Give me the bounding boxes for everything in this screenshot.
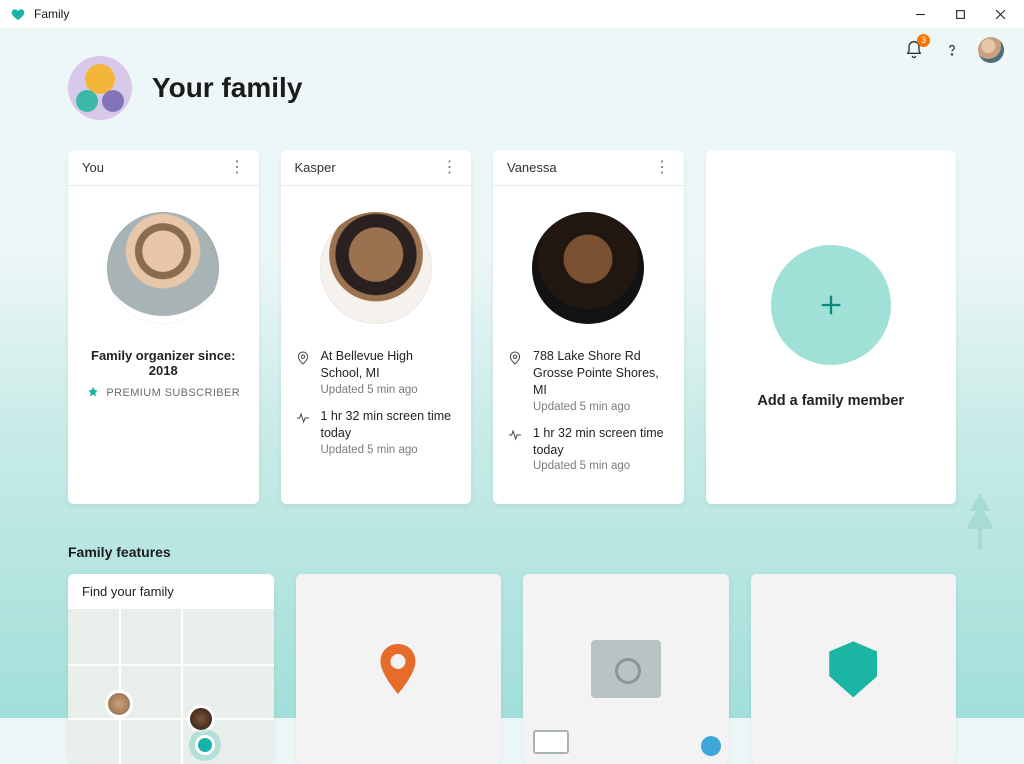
window-maximize-button[interactable] bbox=[940, 0, 980, 28]
id-card-icon bbox=[533, 730, 569, 754]
location-text: At Bellevue High School, MI bbox=[321, 348, 458, 382]
app-icon bbox=[10, 6, 26, 22]
window-titlebar: Family bbox=[0, 0, 1024, 28]
shield-icon bbox=[829, 641, 877, 697]
member-avatar bbox=[320, 212, 432, 324]
map-illustration bbox=[68, 609, 274, 764]
activity-icon bbox=[507, 427, 523, 443]
map-pin-icon bbox=[195, 735, 215, 755]
safe-icon bbox=[591, 640, 661, 698]
app-title: Family bbox=[34, 7, 69, 21]
notification-badge: 3 bbox=[917, 34, 930, 47]
feature-safety[interactable] bbox=[523, 574, 729, 764]
family-logo bbox=[68, 56, 132, 120]
features-heading: Family features bbox=[68, 544, 956, 560]
screentime-text: 1 hr 32 min screen time today bbox=[321, 408, 458, 442]
member-name: Kasper bbox=[295, 160, 336, 175]
protection-illustration bbox=[751, 574, 957, 764]
window-close-button[interactable] bbox=[980, 0, 1020, 28]
location-icon bbox=[507, 350, 523, 366]
member-name: You bbox=[82, 160, 104, 175]
family-members-row: You ⋮ Family organizer since: 2018 PREMI… bbox=[68, 150, 956, 504]
notifications-button[interactable]: 3 bbox=[902, 38, 926, 62]
map-pin-icon bbox=[105, 690, 133, 718]
safety-illustration bbox=[523, 574, 729, 764]
member-card-vanessa[interactable]: Vanessa ⋮ 788 Lake Shore Rd Grosse Point… bbox=[493, 150, 684, 504]
member-card-kasper[interactable]: Kasper ⋮ At Bellevue High School, MI Upd… bbox=[281, 150, 472, 504]
activity-icon bbox=[295, 410, 311, 426]
organizer-since: Family organizer since: 2018 bbox=[82, 348, 245, 378]
location-illustration bbox=[296, 574, 502, 764]
location-updated: Updated 5 min ago bbox=[533, 401, 670, 413]
screentime-updated: Updated 5 min ago bbox=[533, 460, 670, 472]
page-title: Your family bbox=[152, 72, 302, 104]
tree-decoration bbox=[960, 493, 1000, 558]
add-member-label: Add a family member bbox=[757, 393, 904, 409]
profile-avatar[interactable] bbox=[978, 37, 1004, 63]
premium-badge: PREMIUM SUBSCRIBER bbox=[86, 386, 240, 400]
member-avatar bbox=[107, 212, 219, 324]
feature-title: Find your family bbox=[68, 574, 274, 609]
member-name: Vanessa bbox=[507, 160, 557, 175]
location-icon bbox=[295, 350, 311, 366]
page-header: Your family bbox=[68, 56, 956, 120]
feature-location[interactable] bbox=[296, 574, 502, 764]
screentime-text: 1 hr 32 min screen time today bbox=[533, 425, 670, 459]
globe-icon bbox=[701, 736, 721, 756]
member-card-you[interactable]: You ⋮ Family organizer since: 2018 PREMI… bbox=[68, 150, 259, 504]
help-button[interactable] bbox=[940, 38, 964, 62]
feature-cards-row: Find your family bbox=[68, 574, 956, 764]
add-family-member-card[interactable]: Add a family member bbox=[706, 150, 957, 504]
map-pin-icon bbox=[187, 705, 215, 733]
location-text-2: Grosse Pointe Shores, MI bbox=[533, 365, 670, 399]
plus-icon bbox=[817, 291, 845, 319]
location-text: 788 Lake Shore Rd bbox=[533, 348, 670, 365]
feature-protection[interactable] bbox=[751, 574, 957, 764]
window-minimize-button[interactable] bbox=[900, 0, 940, 28]
screentime-updated: Updated 5 min ago bbox=[321, 444, 458, 456]
member-avatar bbox=[532, 212, 644, 324]
map-marker-icon bbox=[368, 639, 428, 699]
location-updated: Updated 5 min ago bbox=[321, 384, 458, 396]
add-icon-circle bbox=[771, 245, 891, 365]
feature-find-family[interactable]: Find your family bbox=[68, 574, 274, 764]
premium-label: PREMIUM SUBSCRIBER bbox=[106, 387, 240, 399]
